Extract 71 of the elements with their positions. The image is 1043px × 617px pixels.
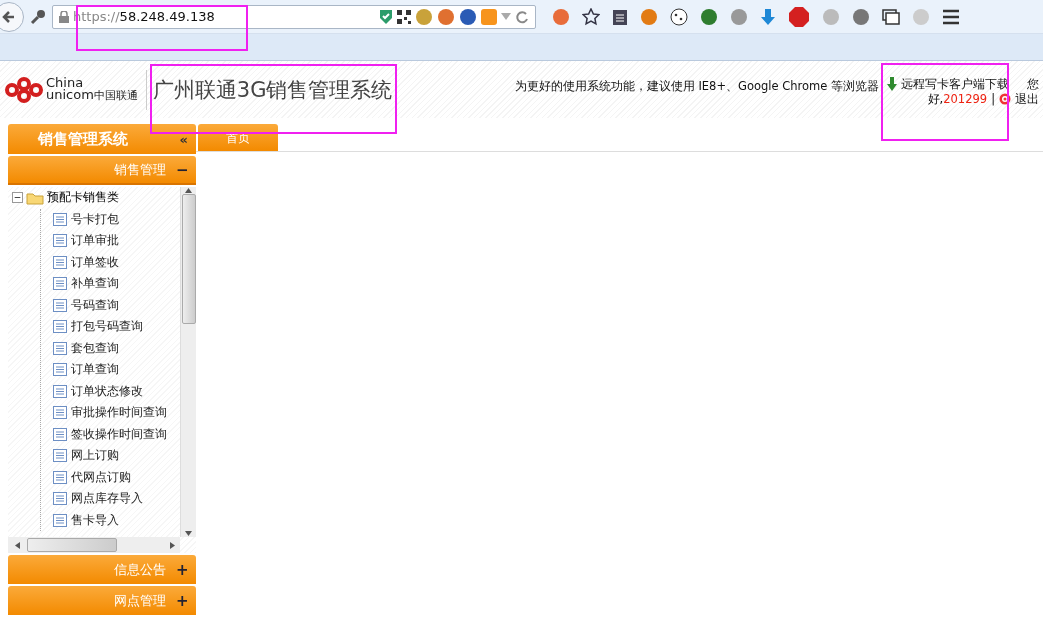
scroll-left-icon[interactable] xyxy=(14,541,21,549)
section-header[interactable]: 销售管理 − xyxy=(8,156,196,185)
list-icon xyxy=(53,255,67,269)
tree-item[interactable]: 售卡导入 xyxy=(41,509,180,531)
list-icon xyxy=(53,406,67,420)
list-icon xyxy=(53,427,67,441)
section-header[interactable]: 信息公告 + xyxy=(8,555,196,584)
greeting-text: 好, xyxy=(927,91,944,107)
collapse-button[interactable]: « xyxy=(179,131,188,147)
lock-icon xyxy=(59,10,69,23)
download-icon[interactable] xyxy=(760,7,776,26)
tree-item[interactable]: 网点库存导入 xyxy=(41,488,180,510)
list-icon xyxy=(53,363,67,377)
logo-text: unicom中国联通 xyxy=(46,89,138,102)
list-icon xyxy=(53,298,67,312)
scroll-right-icon[interactable] xyxy=(169,541,176,549)
tree-item[interactable]: 代网点订购 xyxy=(41,466,180,488)
browser-notice: 为更好的使用系统功能，建议使用 IE8+、Google Chrome 等浏览器 xyxy=(514,78,879,94)
menu-icon[interactable] xyxy=(942,8,960,25)
folder-icon xyxy=(26,190,44,205)
list-icon xyxy=(53,320,67,334)
back-button[interactable] xyxy=(0,1,24,32)
logo-text: China xyxy=(46,77,84,89)
download-icon xyxy=(887,77,897,91)
greeting-text: 您 xyxy=(1027,76,1039,92)
list-icon xyxy=(53,470,67,484)
tree-item[interactable]: 签收操作时间查询 xyxy=(41,423,180,445)
tree-item[interactable]: 订单状态修改 xyxy=(41,380,180,402)
sidebar-header: 销售管理系统 « xyxy=(8,124,196,154)
cookie-icon[interactable] xyxy=(670,7,688,26)
star-icon[interactable] xyxy=(582,7,600,26)
list-icon xyxy=(53,384,67,398)
list-icon xyxy=(53,341,67,355)
clipboard-icon[interactable] xyxy=(612,7,628,26)
section-header[interactable]: 网点管理 + xyxy=(8,586,196,615)
user-id: 201299 xyxy=(943,92,988,106)
dropdown-arrow-icon[interactable] xyxy=(501,12,511,21)
qr-code-icon[interactable] xyxy=(397,9,411,24)
scroll-down-icon[interactable] xyxy=(185,530,192,537)
list-icon xyxy=(53,212,67,226)
app-title: 广州联通3G销售管理系统 xyxy=(152,77,393,102)
tree-item[interactable]: 打包号码查询 xyxy=(41,316,180,338)
tree-item[interactable]: 网上订购 xyxy=(41,445,180,467)
tree-item[interactable]: 号卡打包 xyxy=(41,208,180,230)
vertical-scrollbar[interactable] xyxy=(180,187,196,537)
tree-item[interactable]: 审批操作时间查询 xyxy=(41,402,180,424)
ball-icon[interactable] xyxy=(640,7,658,26)
list-icon xyxy=(53,234,67,248)
horizontal-scrollbar[interactable] xyxy=(8,537,180,553)
tree-item[interactable]: 号码查询 xyxy=(41,294,180,316)
list-icon xyxy=(53,513,67,527)
tree-item[interactable]: 套包查询 xyxy=(41,337,180,359)
list-icon xyxy=(53,449,67,463)
list-icon xyxy=(53,277,67,291)
tree-item[interactable]: 补单查询 xyxy=(41,273,180,295)
collapse-toggle[interactable]: − xyxy=(12,192,23,204)
tree-item[interactable]: 订单签收 xyxy=(41,251,180,273)
back-arrow-icon[interactable] xyxy=(2,9,16,24)
tree-item[interactable]: 订单查询 xyxy=(41,359,180,381)
adblock-icon[interactable] xyxy=(788,5,810,28)
tree-folder[interactable]: 预配卡销售类 xyxy=(47,189,119,207)
sphere-icon[interactable] xyxy=(700,7,718,26)
separator: | xyxy=(991,92,995,106)
key-icon[interactable] xyxy=(30,8,46,25)
windows-icon[interactable] xyxy=(882,8,900,25)
logout-icon[interactable] xyxy=(999,93,1011,105)
logo-icon xyxy=(4,75,44,104)
tree-item[interactable]: 订单审批 xyxy=(41,230,180,252)
reload-icon[interactable] xyxy=(515,9,529,24)
list-icon xyxy=(53,492,67,506)
logout-link[interactable]: 退出 xyxy=(1015,91,1039,107)
